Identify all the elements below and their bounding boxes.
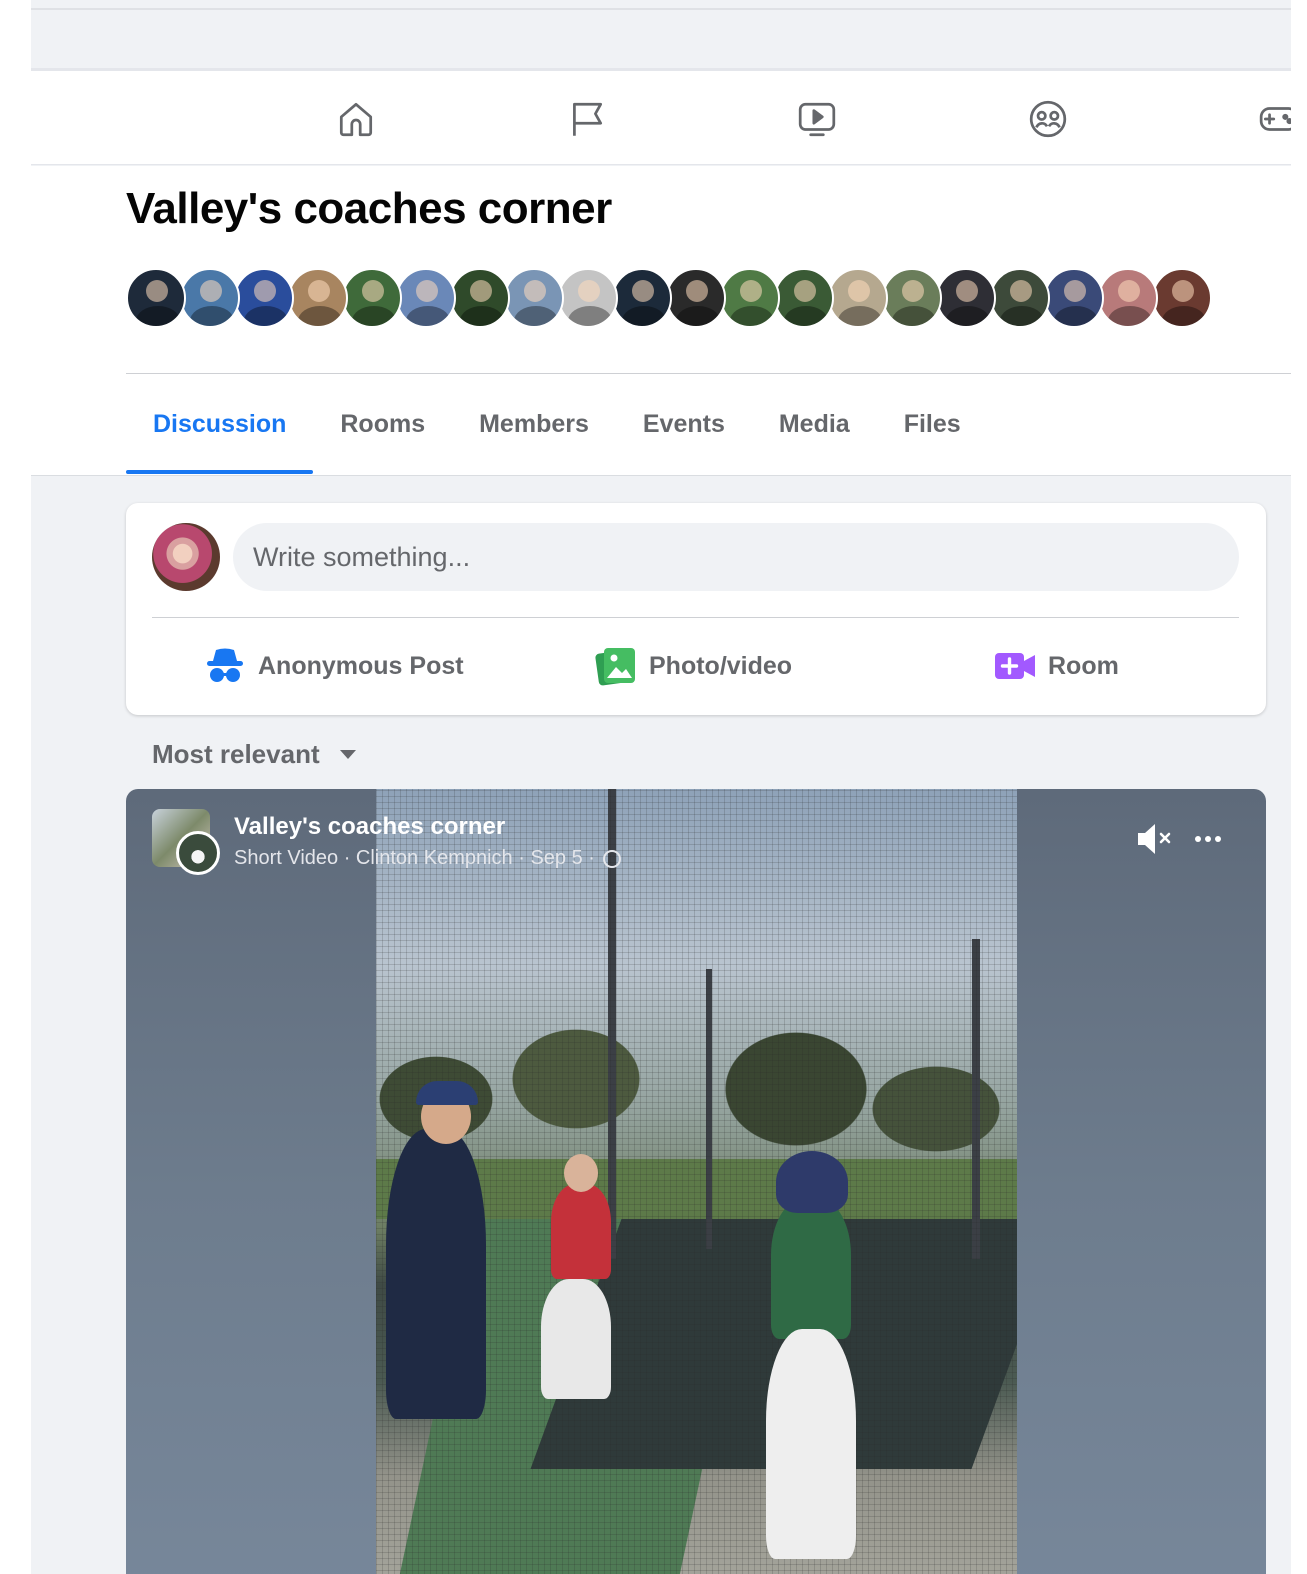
video-person-coach-cap — [416, 1081, 478, 1105]
sort-label: Most relevant — [152, 738, 320, 769]
globe-icon — [602, 849, 621, 868]
member-avatar[interactable] — [828, 268, 888, 328]
member-avatars[interactable] — [126, 268, 1212, 330]
groups-icon[interactable] — [1026, 97, 1070, 141]
post-meta-text[interactable]: Short Video · Clinton Kempnich · Sep 5 · — [234, 847, 595, 870]
post-group-name[interactable]: Valley's coaches corner — [234, 813, 505, 841]
member-avatar[interactable] — [396, 268, 456, 328]
photo-video-label: Photo/video — [649, 651, 793, 680]
write-something-input[interactable]: Write something... — [233, 523, 1239, 591]
video-frame[interactable] — [376, 789, 1017, 1574]
tab-media[interactable]: Media — [752, 374, 877, 474]
member-avatar[interactable] — [882, 268, 942, 328]
member-avatar[interactable] — [504, 268, 564, 328]
post-composer: Write something... Anonymous Post Photo/… — [126, 503, 1266, 715]
member-avatar[interactable] — [612, 268, 672, 328]
video-person-batsman-helmet — [776, 1151, 848, 1213]
group-header: Valley's coaches corner Discussion Rooms… — [31, 166, 1291, 476]
video-person-coach — [386, 1129, 486, 1419]
video-person-red-pads — [541, 1279, 611, 1399]
member-avatar[interactable] — [288, 268, 348, 328]
member-avatar[interactable] — [342, 268, 402, 328]
anonymous-post-button[interactable]: Anonymous Post — [204, 638, 464, 694]
composer-divider — [152, 617, 1239, 618]
member-avatar[interactable] — [1152, 268, 1212, 328]
facebook-group-page: Valley's coaches corner Discussion Rooms… — [31, 0, 1291, 1574]
tab-members[interactable]: Members — [452, 374, 616, 474]
author-avatar[interactable] — [176, 831, 220, 875]
group-title: Valley's coaches corner — [126, 184, 612, 233]
member-avatar[interactable] — [450, 268, 510, 328]
member-avatar[interactable] — [720, 268, 780, 328]
user-avatar[interactable] — [152, 523, 220, 591]
group-tabs: Discussion Rooms Members Events Media Fi… — [126, 374, 988, 476]
tab-events[interactable]: Events — [616, 374, 752, 474]
video-person-batsman-shirt — [771, 1199, 851, 1339]
post-meta: Short Video · Clinton Kempnich · Sep 5 · — [234, 847, 621, 870]
tab-discussion[interactable]: Discussion — [126, 374, 314, 474]
photo-video-button[interactable]: Photo/video — [595, 638, 792, 694]
video-room-icon — [994, 646, 1036, 686]
caret-down-icon — [339, 749, 356, 759]
member-avatar[interactable] — [126, 268, 186, 328]
video-post[interactable]: Valley's coaches corner Short Video · Cl… — [126, 789, 1266, 1574]
photo-icon — [595, 646, 637, 686]
member-avatar[interactable] — [774, 268, 834, 328]
member-avatar[interactable] — [180, 268, 240, 328]
gaming-icon[interactable] — [1257, 97, 1291, 141]
anonymous-icon — [204, 646, 246, 686]
member-avatar[interactable] — [990, 268, 1050, 328]
video-person-batsman-pads — [766, 1329, 856, 1559]
video-person-red-head — [564, 1154, 598, 1192]
room-button[interactable]: Room — [994, 638, 1119, 694]
dot — [1205, 836, 1211, 842]
tab-rooms[interactable]: Rooms — [313, 374, 452, 474]
dot — [1195, 836, 1201, 842]
home-icon[interactable] — [334, 97, 378, 141]
video-person-red-shirt — [551, 1184, 611, 1279]
dot — [1215, 836, 1221, 842]
top-band — [31, 10, 1291, 64]
pages-flag-icon[interactable] — [565, 97, 609, 141]
room-label: Room — [1048, 651, 1119, 680]
watch-video-icon[interactable] — [795, 97, 839, 141]
member-avatar[interactable] — [1044, 268, 1104, 328]
member-avatar[interactable] — [1098, 268, 1158, 328]
tab-files[interactable]: Files — [877, 374, 988, 474]
member-avatar[interactable] — [234, 268, 294, 328]
muted-speaker-icon[interactable] — [1134, 819, 1174, 859]
more-options-icon[interactable] — [1188, 819, 1228, 859]
feed-sort-dropdown[interactable]: Most relevant — [152, 734, 356, 774]
member-avatar[interactable] — [666, 268, 726, 328]
anonymous-post-label: Anonymous Post — [258, 651, 464, 680]
main-nav-bar — [31, 68, 1291, 165]
member-avatar[interactable] — [936, 268, 996, 328]
member-avatar[interactable] — [558, 268, 618, 328]
